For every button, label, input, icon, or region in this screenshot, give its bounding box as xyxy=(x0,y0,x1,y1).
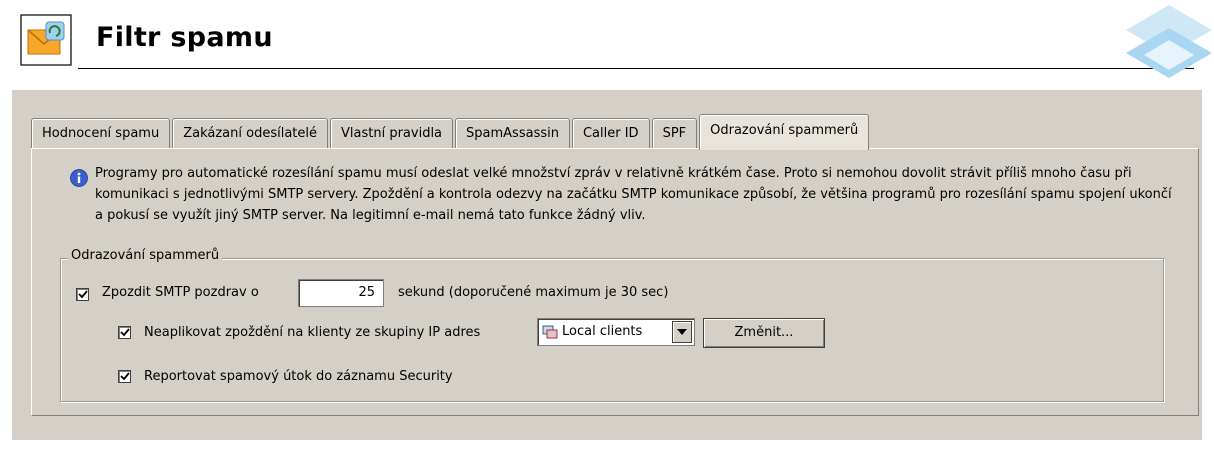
delay-checkbox[interactable] xyxy=(76,288,89,301)
delay-seconds-input[interactable]: 25 xyxy=(298,279,384,307)
check-icon xyxy=(120,328,130,337)
delay-suffix: sekund (doporučené maximum je 30 sec) xyxy=(398,285,669,300)
group-legend: Odrazování spammerů xyxy=(68,248,223,263)
tab-zakazani-odesilatele[interactable]: Zakázaní odesílatelé xyxy=(172,118,328,149)
exclude-label: Neaplikovat zpoždění na klienty ze skupi… xyxy=(144,325,481,340)
ip-group-icon xyxy=(542,325,558,339)
tab-caller-id[interactable]: Caller ID xyxy=(571,118,650,149)
exclude-checkbox[interactable] xyxy=(118,326,131,339)
envelope-filter-icon xyxy=(20,14,72,66)
tab-vlastni-pravidla[interactable]: Vlastní pravidla xyxy=(330,118,454,149)
tab-spamassassin[interactable]: SpamAssassin xyxy=(455,118,570,149)
delay-label: Zpozdit SMTP pozdrav o xyxy=(102,285,259,300)
tab-spf[interactable]: SPF xyxy=(651,118,698,149)
header-divider xyxy=(78,68,1194,69)
check-icon xyxy=(120,372,130,381)
tab-odrazovani-spammeru[interactable]: Odrazování spammerů xyxy=(699,114,870,150)
change-button[interactable]: Změnit... xyxy=(703,318,825,348)
ip-group-selected: Local clients xyxy=(562,324,643,339)
info-description: Programy pro automatické rozesílání spam… xyxy=(95,166,1172,223)
check-icon xyxy=(78,290,88,299)
kerio-logo xyxy=(1126,5,1212,78)
tab-hodnoceni-spamu[interactable]: Hodnocení spamu xyxy=(31,118,171,149)
info-icon xyxy=(70,169,88,187)
ip-group-select[interactable]: Local clients xyxy=(537,318,695,346)
page-title: Filtr spamu xyxy=(96,22,273,53)
report-checkbox[interactable] xyxy=(118,370,131,383)
chevron-down-icon xyxy=(677,329,687,335)
header: Filtr spamu xyxy=(0,0,1214,83)
dropdown-button[interactable] xyxy=(672,321,692,343)
tab-bar: Hodnocení spamu Zakázaní odesílatelé Vla… xyxy=(31,114,871,150)
report-label: Reportovat spamový útok do záznamu Secur… xyxy=(144,369,453,384)
